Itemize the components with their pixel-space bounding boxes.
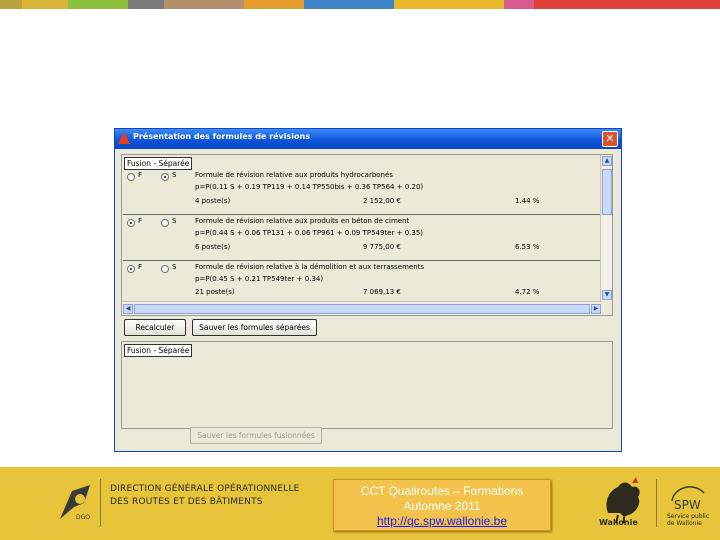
percent: 4.72 % bbox=[515, 288, 540, 296]
slide: Présentation des formules de révisions ✕… bbox=[0, 0, 720, 540]
stripe-segment bbox=[394, 0, 504, 9]
radio-fusion-label: F bbox=[138, 217, 143, 225]
color-stripe bbox=[0, 0, 720, 9]
formula-panel: Fusion - Séparée F S Formule de révision… bbox=[121, 154, 613, 316]
scroll-thumb[interactable] bbox=[602, 169, 612, 215]
radio-separee[interactable] bbox=[161, 265, 169, 273]
dgo-logo-text: DGO bbox=[76, 514, 90, 521]
radio-separee-label: S bbox=[172, 171, 177, 179]
postes-count: 4 poste(s) bbox=[195, 197, 231, 205]
amount: 7 069,13 € bbox=[363, 288, 401, 296]
training-info-box: CCT Qualiroutes – Formations Automne 201… bbox=[333, 479, 551, 531]
wallonie-rooster-icon bbox=[606, 477, 640, 524]
formula-expression: p=P(0.44 S + 0.06 TP131 + 0.06 TP961 + 0… bbox=[195, 229, 424, 237]
amount: 9 775,00 € bbox=[363, 243, 401, 251]
formula-row: F S Formule de révision relative aux pro… bbox=[123, 215, 601, 261]
scroll-right-icon[interactable]: ▶ bbox=[591, 304, 601, 314]
radio-fusion[interactable] bbox=[127, 265, 135, 273]
stripe-segment bbox=[0, 0, 22, 9]
postes-count: 6 poste(s) bbox=[195, 243, 231, 251]
training-title: CCT Qualiroutes – Formations bbox=[360, 484, 524, 498]
directorate-name: DIRECTION GÉNÉRALE OPÉRATIONNELLE DES RO… bbox=[110, 483, 300, 509]
merged-formula-panel: Fusion - Séparée bbox=[121, 341, 613, 429]
formula-row: F S Formule de révision relative à la dé… bbox=[123, 261, 601, 301]
panel-title: Fusion - Séparée bbox=[124, 344, 193, 357]
formula-title: Formule de révision relative à la démoli… bbox=[195, 263, 425, 271]
stripe-segment bbox=[504, 0, 534, 9]
wallonie-label: Wallonie bbox=[599, 518, 638, 527]
scroll-up-icon[interactable]: ▲ bbox=[602, 156, 612, 166]
stripe-segment bbox=[128, 0, 164, 9]
close-button[interactable]: ✕ bbox=[602, 131, 618, 147]
postes-count: 21 poste(s) bbox=[195, 288, 235, 296]
scroll-down-icon[interactable]: ▼ bbox=[602, 290, 612, 300]
window-titlebar[interactable]: Présentation des formules de révisions ✕ bbox=[115, 129, 621, 149]
scroll-thumb[interactable] bbox=[134, 304, 590, 314]
horizontal-scrollbar[interactable]: ◀ ▶ bbox=[122, 301, 602, 315]
directorate-line-1: DIRECTION GÉNÉRALE OPÉRATIONNELLE bbox=[110, 484, 300, 494]
stripe-segment bbox=[244, 0, 304, 9]
vertical-scrollbar[interactable]: ▲ ▼ bbox=[600, 155, 612, 301]
radio-fusion-label: F bbox=[138, 171, 143, 179]
radio-fusion[interactable] bbox=[127, 173, 135, 181]
radio-separee[interactable] bbox=[161, 173, 169, 181]
radio-fusion-label: F bbox=[138, 263, 143, 271]
spw-subtitle: Service public de Wallonie bbox=[667, 513, 710, 527]
scroll-left-icon[interactable]: ◀ bbox=[123, 304, 133, 314]
percent: 1.44 % bbox=[515, 197, 540, 205]
revision-formulas-window: Présentation des formules de révisions ✕… bbox=[114, 128, 622, 452]
dgo-logo-icon: DGO bbox=[60, 485, 90, 521]
website-link[interactable]: http://qc.spw.wallonie.be bbox=[334, 514, 550, 529]
stripe-segment bbox=[22, 0, 68, 9]
divider bbox=[100, 479, 101, 527]
stripe-segment bbox=[164, 0, 244, 9]
formula-title: Formule de révision relative aux produit… bbox=[195, 217, 410, 225]
save-merged-formulas-button[interactable]: Sauver les formules fusionnées bbox=[190, 427, 322, 444]
recalculate-button[interactable]: Recalculer bbox=[124, 319, 186, 336]
formula-expression: p=P(0.11 S + 0.19 TP119 + 0.14 TP550bis … bbox=[195, 183, 424, 191]
formula-row: F S Formule de révision relative aux pro… bbox=[123, 169, 601, 215]
stripe-segment bbox=[304, 0, 394, 9]
formula-title: Formule de révision relative aux produit… bbox=[195, 171, 393, 179]
percent: 6.53 % bbox=[515, 243, 540, 251]
radio-separee-label: S bbox=[172, 263, 177, 271]
footer: DGO DIRECTION GÉNÉRALE OPÉRATIONNELLE DE… bbox=[0, 467, 720, 540]
window-title: Présentation des formules de révisions bbox=[133, 132, 310, 141]
radio-separee-label: S bbox=[172, 217, 177, 225]
warning-icon bbox=[118, 132, 130, 144]
spw-logo-text: SPW bbox=[674, 498, 701, 512]
save-separate-formulas-button[interactable]: Sauver les formules séparées bbox=[192, 319, 317, 336]
stripe-segment bbox=[534, 0, 720, 9]
stripe-segment bbox=[68, 0, 128, 9]
divider bbox=[656, 479, 657, 527]
radio-separee[interactable] bbox=[161, 219, 169, 227]
amount: 2 152,00 € bbox=[363, 197, 401, 205]
radio-fusion[interactable] bbox=[127, 219, 135, 227]
formula-expression: p=P(0.45 S + 0.21 TP549ter + 0.34) bbox=[195, 275, 324, 283]
training-session: Automne 2011 bbox=[403, 499, 481, 513]
directorate-line-2: DES ROUTES ET DES BÂTIMENTS bbox=[110, 497, 263, 507]
